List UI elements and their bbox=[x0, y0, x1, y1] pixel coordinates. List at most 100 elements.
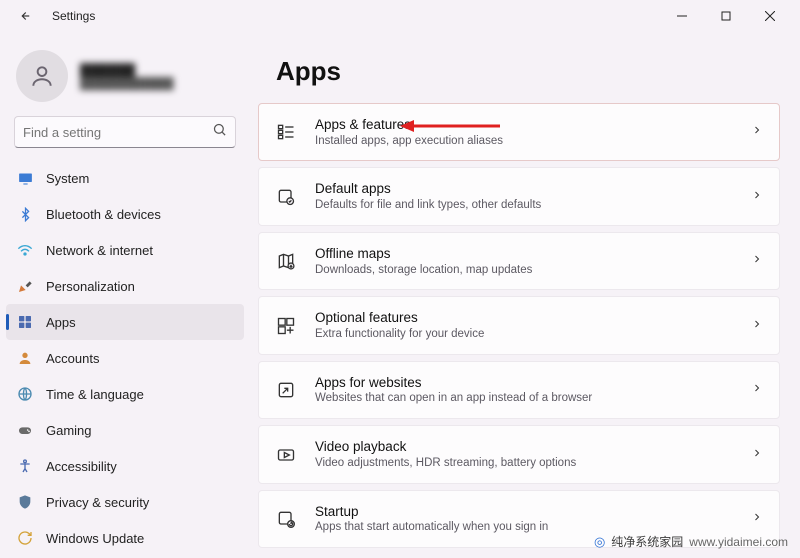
sidebar-item-privacy[interactable]: Privacy & security bbox=[6, 484, 244, 520]
profile-email: ████████████ bbox=[80, 78, 174, 90]
sidebar-item-label: Windows Update bbox=[46, 531, 144, 546]
network-icon bbox=[16, 241, 34, 259]
body: ██████ ████████████ System bbox=[0, 32, 800, 558]
startup-icon bbox=[275, 508, 297, 530]
apps-websites-icon bbox=[275, 379, 297, 401]
card-text: Default apps Defaults for file and link … bbox=[315, 180, 733, 212]
chevron-right-icon bbox=[751, 510, 763, 528]
card-text: Video playback Video adjustments, HDR st… bbox=[315, 438, 733, 470]
titlebar: Settings bbox=[0, 0, 800, 32]
back-button[interactable] bbox=[14, 6, 34, 26]
card-text: Apps & features Installed apps, app exec… bbox=[315, 116, 733, 148]
sidebar-item-windows-update[interactable]: Windows Update bbox=[6, 520, 244, 556]
sidebar-item-label: Gaming bbox=[46, 423, 92, 438]
watermark-url: www.yidaimei.com bbox=[689, 535, 788, 549]
cards-scroll[interactable]: Apps & features Installed apps, app exec… bbox=[250, 103, 800, 558]
privacy-icon bbox=[16, 493, 34, 511]
sidebar-item-network[interactable]: Network & internet bbox=[6, 232, 244, 268]
sidebar-item-personalization[interactable]: Personalization bbox=[6, 268, 244, 304]
sidebar-item-accessibility[interactable]: Accessibility bbox=[6, 448, 244, 484]
card-default-apps[interactable]: Default apps Defaults for file and link … bbox=[258, 167, 780, 225]
profile-name: ██████ bbox=[80, 63, 174, 78]
sidebar-item-label: Apps bbox=[46, 315, 76, 330]
chevron-right-icon bbox=[751, 317, 763, 335]
card-title: Default apps bbox=[315, 180, 733, 198]
close-button[interactable] bbox=[748, 1, 792, 31]
card-optional-features[interactable]: Optional features Extra functionality fo… bbox=[258, 296, 780, 354]
sidebar-item-accounts[interactable]: Accounts bbox=[6, 340, 244, 376]
profile-text: ██████ ████████████ bbox=[80, 63, 174, 90]
sidebar: ██████ ████████████ System bbox=[0, 32, 250, 558]
default-apps-icon bbox=[275, 186, 297, 208]
chevron-right-icon bbox=[751, 188, 763, 206]
optional-features-icon bbox=[275, 315, 297, 337]
video-playback-icon bbox=[275, 444, 297, 466]
accessibility-icon bbox=[16, 457, 34, 475]
search-input[interactable] bbox=[23, 125, 212, 140]
personalization-icon bbox=[16, 277, 34, 295]
card-apps-features[interactable]: Apps & features Installed apps, app exec… bbox=[258, 103, 780, 161]
card-apps-for-websites[interactable]: Apps for websites Websites that can open… bbox=[258, 361, 780, 419]
settings-window: Settings ██████ ████████████ bbox=[0, 0, 800, 558]
card-desc: Video adjustments, HDR streaming, batter… bbox=[315, 456, 733, 471]
sidebar-item-system[interactable]: System bbox=[6, 160, 244, 196]
content: Apps Apps & features Installed apps, app… bbox=[250, 32, 800, 558]
search-box[interactable] bbox=[14, 116, 236, 148]
apps-icon bbox=[16, 313, 34, 331]
sidebar-item-apps[interactable]: Apps bbox=[6, 304, 244, 340]
watermark-logo-icon: ◎ bbox=[594, 534, 605, 550]
search-icon bbox=[212, 122, 227, 142]
card-title: Offline maps bbox=[315, 245, 733, 263]
watermark: ◎ 纯净系统家园 www.yidaimei.com bbox=[594, 533, 788, 550]
card-offline-maps[interactable]: Offline maps Downloads, storage location… bbox=[258, 232, 780, 290]
titlebar-left: Settings bbox=[8, 6, 95, 26]
card-text: Startup Apps that start automatically wh… bbox=[315, 503, 733, 535]
time-language-icon bbox=[16, 385, 34, 403]
app-title: Settings bbox=[52, 9, 95, 23]
card-desc: Websites that can open in an app instead… bbox=[315, 391, 733, 406]
chevron-right-icon bbox=[751, 252, 763, 270]
bluetooth-icon bbox=[16, 205, 34, 223]
gaming-icon bbox=[16, 421, 34, 439]
card-desc: Installed apps, app execution aliases bbox=[315, 134, 733, 149]
card-video-playback[interactable]: Video playback Video adjustments, HDR st… bbox=[258, 425, 780, 483]
sidebar-item-label: Privacy & security bbox=[46, 495, 149, 510]
accounts-icon bbox=[16, 349, 34, 367]
sidebar-item-label: Bluetooth & devices bbox=[46, 207, 161, 222]
system-icon bbox=[16, 169, 34, 187]
sidebar-item-label: System bbox=[46, 171, 89, 186]
nav: System Bluetooth & devices Network & int… bbox=[0, 158, 250, 558]
sidebar-item-time-language[interactable]: Time & language bbox=[6, 376, 244, 412]
chevron-right-icon bbox=[751, 381, 763, 399]
page-title: Apps bbox=[250, 32, 800, 103]
card-text: Apps for websites Websites that can open… bbox=[315, 374, 733, 406]
maximize-button[interactable] bbox=[704, 1, 748, 31]
sidebar-item-label: Time & language bbox=[46, 387, 144, 402]
windows-update-icon bbox=[16, 529, 34, 547]
card-desc: Defaults for file and link types, other … bbox=[315, 198, 733, 213]
card-title: Apps & features bbox=[315, 116, 733, 134]
window-controls bbox=[660, 1, 792, 31]
card-title: Startup bbox=[315, 503, 733, 521]
card-title: Video playback bbox=[315, 438, 733, 456]
sidebar-item-label: Personalization bbox=[46, 279, 135, 294]
sidebar-item-bluetooth[interactable]: Bluetooth & devices bbox=[6, 196, 244, 232]
sidebar-item-gaming[interactable]: Gaming bbox=[6, 412, 244, 448]
watermark-brand: 纯净系统家园 bbox=[611, 533, 683, 550]
card-title: Apps for websites bbox=[315, 374, 733, 392]
sidebar-item-label: Accounts bbox=[46, 351, 99, 366]
card-title: Optional features bbox=[315, 309, 733, 327]
chevron-right-icon bbox=[751, 446, 763, 464]
avatar bbox=[16, 50, 68, 102]
sidebar-item-label: Accessibility bbox=[46, 459, 117, 474]
card-desc: Extra functionality for your device bbox=[315, 327, 733, 342]
minimize-button[interactable] bbox=[660, 1, 704, 31]
profile[interactable]: ██████ ████████████ bbox=[0, 46, 250, 116]
search-wrap bbox=[0, 116, 250, 158]
chevron-right-icon bbox=[751, 123, 763, 141]
card-desc: Downloads, storage location, map updates bbox=[315, 263, 733, 278]
card-text: Optional features Extra functionality fo… bbox=[315, 309, 733, 341]
apps-features-icon bbox=[275, 121, 297, 143]
offline-maps-icon bbox=[275, 250, 297, 272]
card-text: Offline maps Downloads, storage location… bbox=[315, 245, 733, 277]
